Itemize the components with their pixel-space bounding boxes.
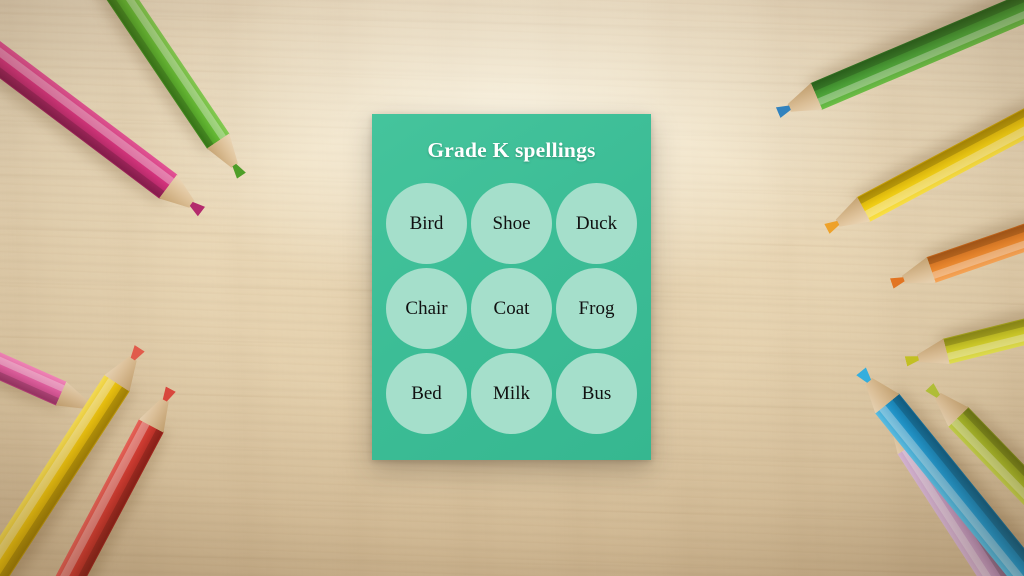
word-bubble[interactable]: Shoe — [471, 183, 552, 264]
word-bubble-grid: Bird Shoe Duck Chair Coat Frog Bed Milk … — [386, 183, 637, 434]
word-bubble[interactable]: Bed — [386, 353, 467, 434]
word-bubble[interactable]: Bus — [556, 353, 637, 434]
word-bubble[interactable]: Bird — [386, 183, 467, 264]
word-bubble[interactable]: Duck — [556, 183, 637, 264]
word-bubble[interactable]: Coat — [471, 268, 552, 349]
screenshot-stage: Grade K spellings Bird Shoe Duck Chair C… — [0, 0, 1024, 576]
word-bubble[interactable]: Chair — [386, 268, 467, 349]
word-bubble[interactable]: Milk — [471, 353, 552, 434]
word-bubble[interactable]: Frog — [556, 268, 637, 349]
page-title: Grade K spellings — [427, 138, 596, 162]
spelling-card: Grade K spellings Bird Shoe Duck Chair C… — [372, 114, 651, 460]
